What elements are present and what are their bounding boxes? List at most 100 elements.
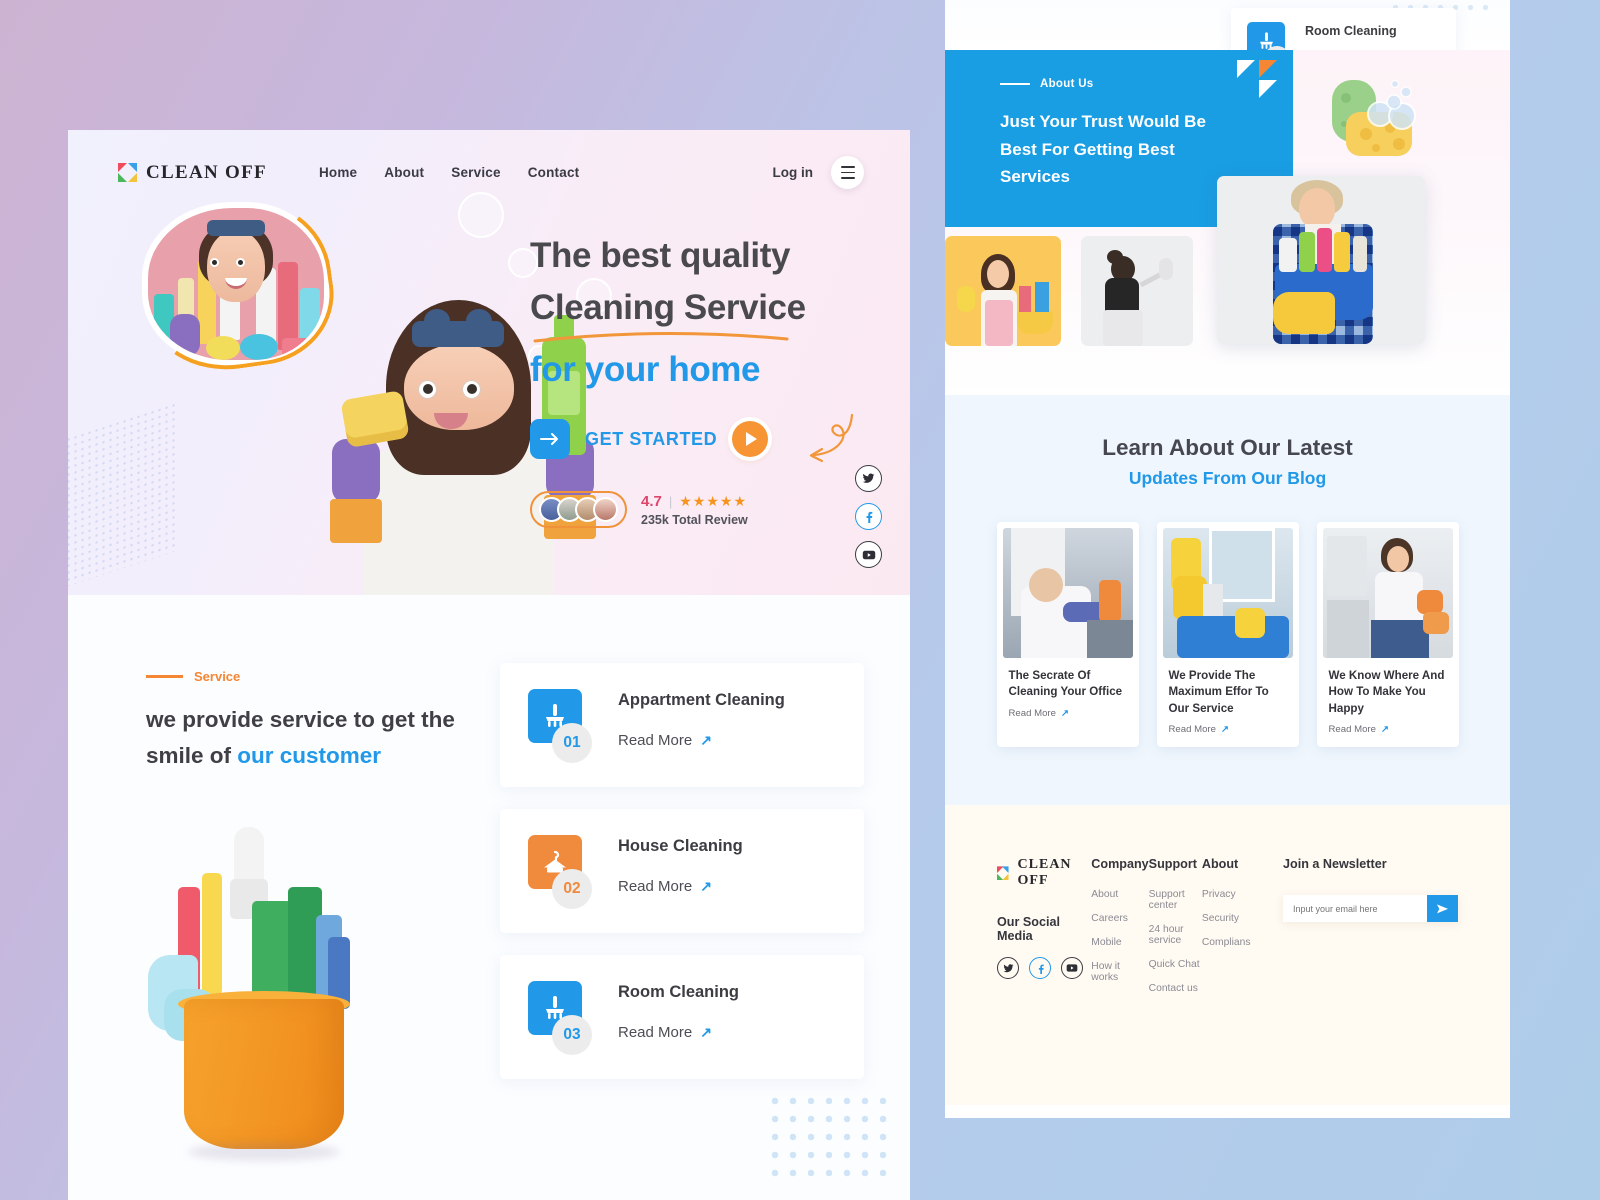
brand-name: CLEAN OFF <box>1017 857 1072 889</box>
blog-heading-line1: Learn About Our Latest <box>1102 435 1353 460</box>
service-section: Service we provide service to get the sm… <box>68 595 910 1200</box>
footer-column-heading: Support <box>1148 857 1197 872</box>
blog-card[interactable]: We Know Where And How To Make You Happy … <box>1316 522 1459 748</box>
youtube-icon[interactable] <box>1061 957 1083 980</box>
footer-link[interactable]: Mobile <box>1091 937 1148 948</box>
rating-divider: | <box>668 493 673 509</box>
nav-item-about[interactable]: About <box>384 165 424 180</box>
hamburger-icon <box>840 166 855 169</box>
blog-card[interactable]: We Provide The Maximum Effor To Our Serv… <box>1156 522 1299 748</box>
newsletter-submit-button[interactable] <box>1427 895 1459 923</box>
service-card-number: 01 <box>552 723 592 763</box>
bubble-decoration <box>458 192 504 238</box>
footer-column-heading: Company <box>1091 857 1149 872</box>
footer-link[interactable]: Careers <box>1091 913 1148 924</box>
about-photo-gallery <box>945 176 1510 385</box>
twitter-icon[interactable] <box>855 465 882 492</box>
eyebrow-bar-decoration <box>1000 83 1030 85</box>
footer-brand-column: CLEAN OFF Our Social Media <box>997 857 1091 1007</box>
facebook-icon[interactable] <box>1029 957 1051 980</box>
blog-card-grid: The Secrate Of Cleaning Your Office Read… <box>945 522 1510 748</box>
menu-button[interactable] <box>831 156 864 189</box>
facebook-icon[interactable] <box>855 503 882 530</box>
blog-thumbnail <box>1322 528 1453 658</box>
footer-link[interactable]: Quick Chat <box>1149 959 1202 970</box>
read-more-label: Read More <box>618 878 693 895</box>
read-more-link[interactable]: Read More ↗ <box>618 732 785 749</box>
nav-item-home[interactable]: Home <box>319 165 357 180</box>
logo-mark-icon <box>118 163 137 182</box>
main-nav: Home About Service Contact <box>319 165 579 180</box>
hero-headline-line1: The best quality <box>530 236 791 275</box>
read-more-label: Read More <box>618 1024 693 1041</box>
blog-heading-line2: Updates From Our Blog <box>1128 468 1327 488</box>
cleaning-tools-illustration <box>990 0 1170 4</box>
gallery-photo <box>945 236 1061 346</box>
newsletter-heading: Join a Newsletter <box>1283 857 1387 872</box>
service-eyebrow-label: Service <box>194 669 241 684</box>
footer-link[interactable]: About <box>1091 889 1148 900</box>
read-more-label: Read More <box>1168 724 1216 736</box>
service-card[interactable]: 03 Room Cleaning Read More ↗ <box>500 955 864 1079</box>
login-link[interactable]: Log in <box>773 165 814 180</box>
gallery-photo <box>1217 176 1425 344</box>
blog-thumbnail <box>1162 528 1293 658</box>
footer-social-links <box>997 957 1091 980</box>
get-started-arrow-button[interactable] <box>530 419 570 460</box>
sponge-illustration <box>1306 72 1424 160</box>
read-more-label: Read More <box>1328 724 1376 736</box>
header-actions: Log in <box>773 156 864 189</box>
footer-link[interactable]: How it works <box>1091 961 1148 983</box>
reviewer-avatars <box>530 491 627 529</box>
youtube-icon[interactable] <box>855 541 882 568</box>
brand-name: CLEAN OFF <box>146 161 267 183</box>
nav-item-contact[interactable]: Contact <box>528 165 580 180</box>
service-heading: we provide service to get the smile of o… <box>146 702 476 775</box>
read-more-link[interactable]: Read More ↗ <box>1323 717 1453 735</box>
footer-link[interactable]: 24 hour service <box>1149 924 1202 946</box>
arrow-up-right-icon: ↗ <box>700 878 712 894</box>
triangle-decoration <box>1235 58 1279 100</box>
service-intro: Service we provide service to get the sm… <box>146 659 476 1200</box>
footer-link[interactable]: Contact us <box>1149 983 1202 994</box>
about-eyebrow: About Us <box>1000 78 1259 90</box>
nav-item-service[interactable]: Service <box>451 165 500 180</box>
read-more-link[interactable]: Read More ↗ <box>1003 701 1133 719</box>
twitter-icon[interactable] <box>997 957 1019 980</box>
footer-link[interactable]: Security <box>1202 913 1255 924</box>
service-card-title: Appartment Cleaning <box>618 691 785 709</box>
footer-link[interactable]: Privacy <box>1202 889 1255 900</box>
brand-logo[interactable]: CLEAN OFF <box>997 857 1091 889</box>
read-more-link[interactable]: Read More ↗ <box>618 1024 739 1041</box>
eyebrow-bar-decoration <box>146 675 183 678</box>
service-card-title: Room Cleaning <box>618 983 740 1001</box>
read-more-link[interactable]: Read More ↗ <box>1163 717 1293 735</box>
hero-thumbnail-photo <box>148 208 324 360</box>
service-card[interactable]: 01 Appartment Cleaning Read More ↗ <box>500 663 864 787</box>
play-icon <box>746 432 758 447</box>
hero-social-links <box>855 465 882 568</box>
arrow-up-right-icon: ↗ <box>700 732 712 748</box>
service-card[interactable]: 02 House Cleaning Read More ↗ <box>500 809 864 933</box>
brand-logo[interactable]: CLEAN OFF <box>118 162 267 184</box>
curly-arrow-decoration <box>780 413 858 479</box>
rating-block: 4.7 | ★★★★★ 235k Total Review <box>641 493 748 527</box>
blog-card[interactable]: The Secrate Of Cleaning Your Office Read… <box>996 522 1139 748</box>
rating-stars: ★★★★★ <box>679 492 748 509</box>
footer-columns: CLEAN OFF Our Social Media Company About… <box>997 857 1459 1007</box>
blog-section: Learn About Our Latest Updates From Our … <box>945 395 1510 806</box>
footer-link[interactable]: Support center <box>1149 889 1202 911</box>
footer-column-heading: About <box>1201 857 1239 872</box>
about-section: About Us Just Your Trust Would Be Best F… <box>945 50 1510 395</box>
get-started-label[interactable]: GET STARTED <box>585 429 717 450</box>
read-more-link[interactable]: Read More ↗ <box>618 878 743 895</box>
rating-value: 4.7 <box>641 492 662 510</box>
footer-link[interactable]: Complians <box>1202 937 1255 948</box>
review-summary: 4.7 | ★★★★★ 235k Total Review <box>530 491 864 529</box>
blog-card-title: The Secrate Of Cleaning Your Office <box>1008 669 1123 699</box>
service-card-icon-group: 02 <box>528 835 596 909</box>
newsletter-block: Join a Newsletter <box>1283 857 1459 1007</box>
hero-headline-line3: for your home <box>530 349 761 389</box>
newsletter-email-input[interactable] <box>1283 895 1428 923</box>
play-video-button[interactable] <box>732 421 769 458</box>
